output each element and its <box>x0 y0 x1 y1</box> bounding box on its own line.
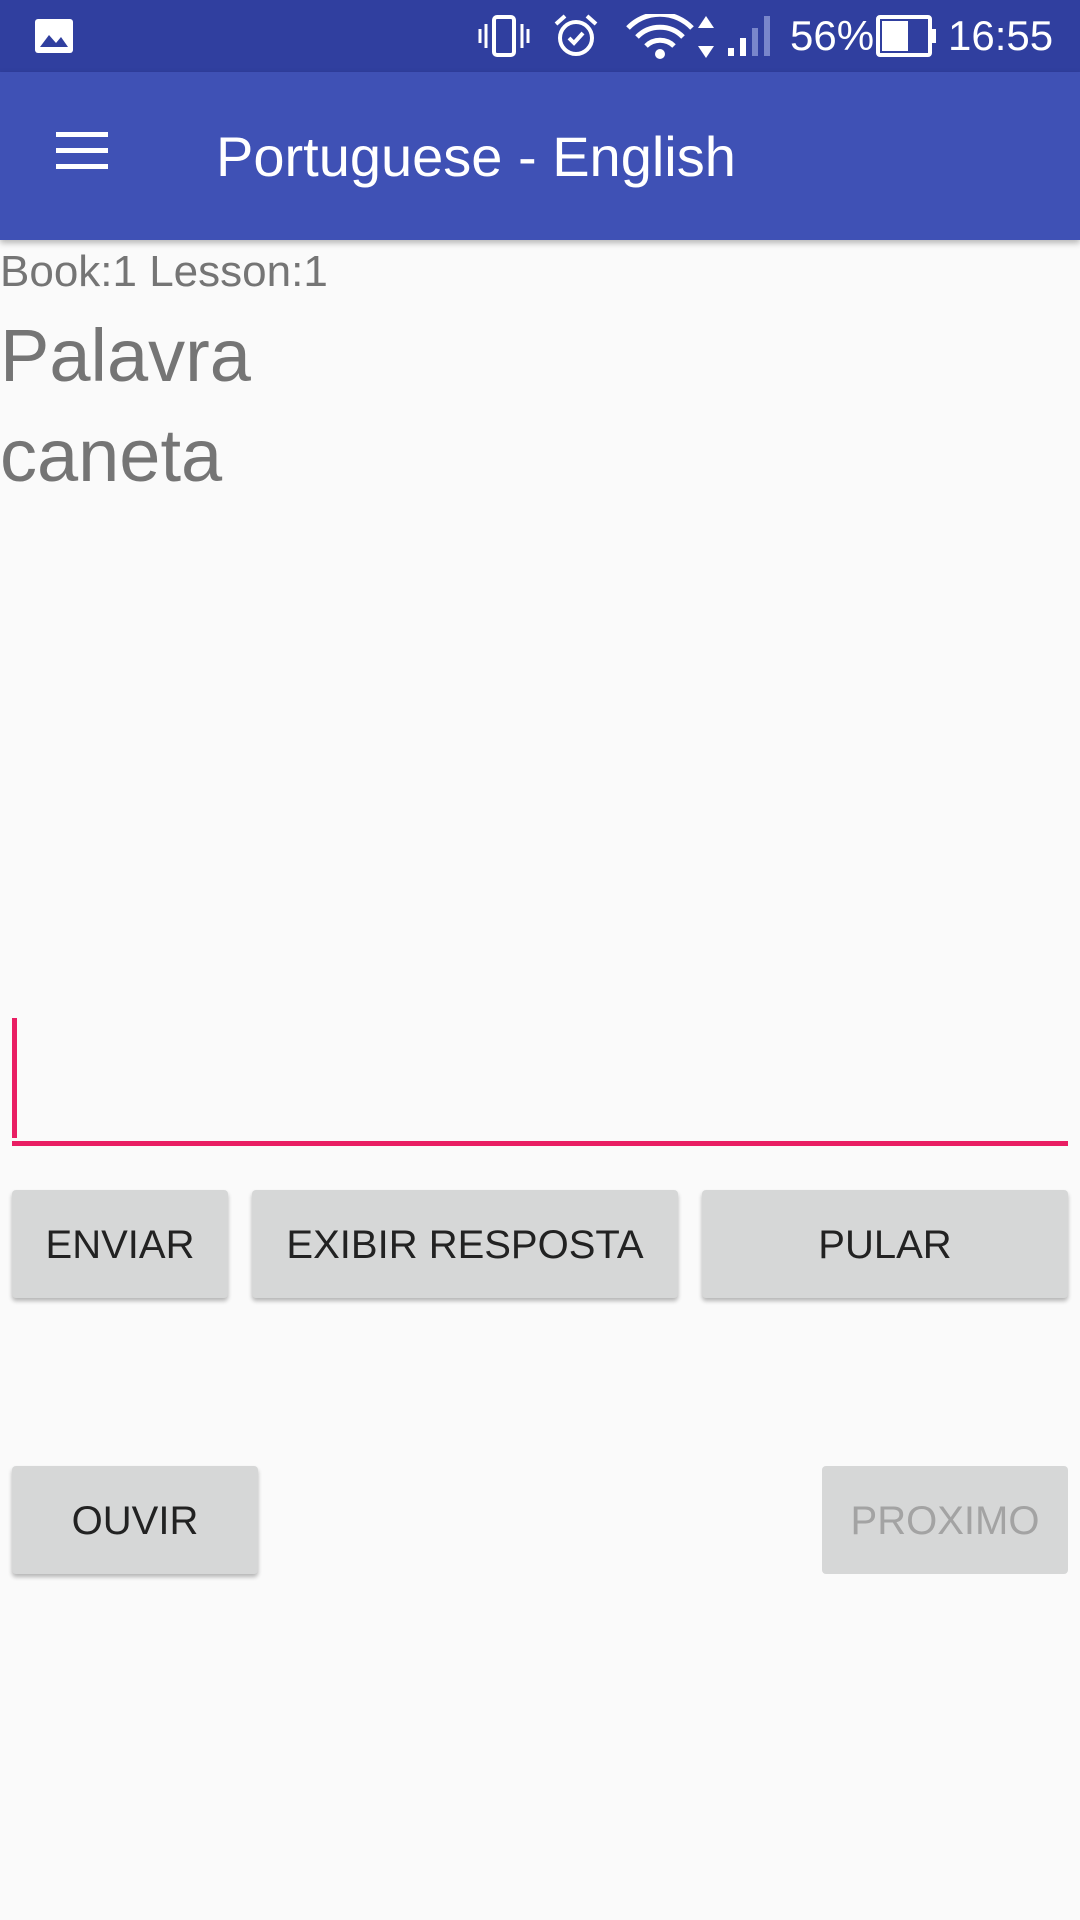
show-answer-button[interactable]: EXIBIR RESPOSTA <box>252 1190 678 1298</box>
word-label: Palavra <box>0 314 251 397</box>
text-caret <box>12 1018 17 1138</box>
menu-icon[interactable] <box>52 128 112 174</box>
answer-input[interactable] <box>12 1020 1068 1146</box>
listen-button[interactable]: OUVIR <box>12 1466 258 1574</box>
lesson-info: Book:1 Lesson:1 <box>0 247 328 296</box>
status-bar: 56% 16:55 <box>0 0 1080 72</box>
vibrate-icon <box>478 15 530 57</box>
submit-button[interactable]: ENVIAR <box>12 1190 228 1298</box>
word-value: caneta <box>0 414 223 497</box>
app-bar: Portuguese - English <box>0 72 1080 240</box>
app-title: Portuguese - English <box>216 125 736 188</box>
battery-icon <box>876 15 936 57</box>
wifi-icon <box>626 14 714 59</box>
signal-icon <box>728 16 770 56</box>
status-time: 16:55 <box>948 12 1054 59</box>
gallery-icon <box>35 19 73 53</box>
next-button[interactable]: PROXIMO <box>822 1466 1068 1574</box>
alarm-icon <box>554 14 598 56</box>
skip-button[interactable]: PULAR <box>702 1190 1068 1298</box>
battery-percent: 56% <box>790 12 875 59</box>
